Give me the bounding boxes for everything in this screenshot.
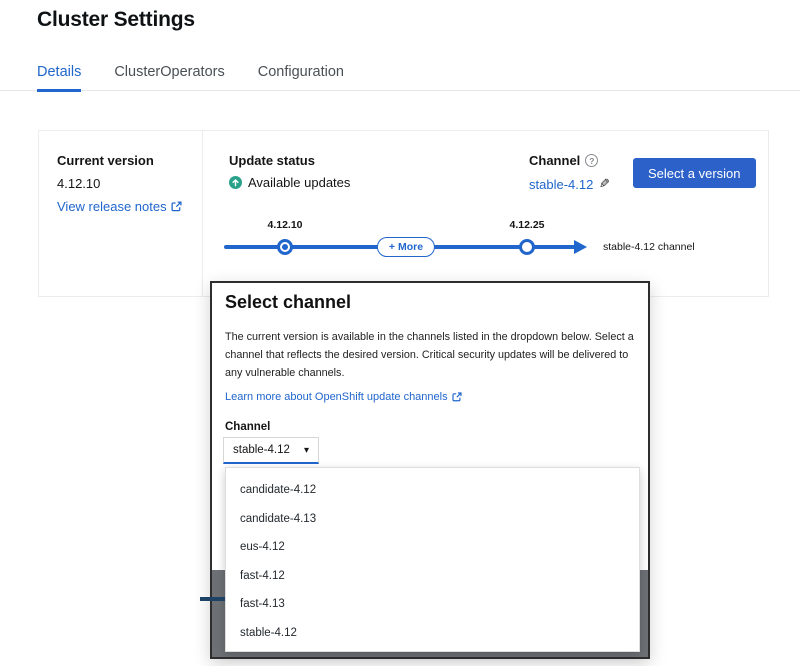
cluster-version-card: Current version 4.12.10 View release not… (38, 130, 769, 297)
learn-more-link[interactable]: Learn more about OpenShift update channe… (225, 391, 462, 403)
channel-option-stable-4-12[interactable]: stable-4.12 (226, 619, 639, 648)
current-version-value: 4.12.10 (57, 176, 100, 191)
channel-option-candidate-4-12[interactable]: candidate-4.12 (226, 476, 639, 505)
channel-option-candidate-4-13[interactable]: candidate-4.13 (226, 505, 639, 534)
update-timeline: 4.12.10 4.12.25 + More stable-4.12 chann… (224, 219, 769, 271)
pencil-icon[interactable]: ✎ (599, 176, 610, 192)
timeline-current-version-label: 4.12.10 (267, 219, 302, 231)
modal-description: The current version is available in the … (225, 329, 637, 382)
arrow-circle-up-icon (229, 176, 242, 189)
timeline-more-button[interactable]: + More (377, 237, 435, 257)
channel-select-toggle[interactable]: stable-4.12 ▾ (223, 437, 319, 464)
channel-value-link[interactable]: stable-4.12 (529, 177, 593, 192)
update-status-line: Available updates (229, 175, 350, 190)
timeline-arrowhead-icon (574, 240, 587, 254)
tab-clusteroperators-label: ClusterOperators (114, 64, 224, 80)
caret-down-icon: ▾ (304, 445, 309, 456)
tab-bar: Details ClusterOperators Configuration (37, 64, 344, 92)
modal-channel-label: Channel (225, 421, 270, 433)
channel-label: Channel ? (529, 153, 598, 168)
channel-value-row: stable-4.12 ✎ (529, 176, 610, 192)
tab-details[interactable]: Details (37, 64, 81, 92)
channel-option-fast-4-12[interactable]: fast-4.12 (226, 562, 639, 591)
external-link-icon (452, 392, 462, 402)
channel-dropdown-menu: candidate-4.12 candidate-4.13 eus-4.12 f… (225, 467, 640, 652)
select-version-button[interactable]: Select a version (633, 158, 756, 188)
external-link-icon (171, 201, 182, 212)
tab-details-label: Details (37, 64, 81, 80)
channel-option-fast-4-13[interactable]: fast-4.13 (226, 590, 639, 619)
card-column-divider (202, 131, 203, 296)
current-version-label: Current version (57, 153, 154, 168)
update-status-label: Update status (229, 153, 315, 168)
select-channel-modal: Select channel The current version is av… (210, 281, 650, 659)
channel-option-eus-4-12[interactable]: eus-4.12 (226, 533, 639, 562)
timeline-next-version-label: 4.12.25 (509, 219, 544, 231)
tab-configuration[interactable]: Configuration (258, 64, 344, 92)
timeline-current-node-icon (277, 239, 293, 255)
page-title: Cluster Settings (37, 8, 195, 32)
channel-label-text: Channel (529, 153, 580, 168)
obscured-footer-button-fragment (200, 597, 225, 601)
view-release-notes-label: View release notes (57, 199, 167, 214)
timeline-channel-caption: stable-4.12 channel (603, 241, 695, 253)
channel-select-value: stable-4.12 (233, 444, 290, 456)
tab-configuration-label: Configuration (258, 64, 344, 80)
view-release-notes-link[interactable]: View release notes (57, 199, 182, 214)
learn-more-label: Learn more about OpenShift update channe… (225, 391, 448, 403)
help-icon[interactable]: ? (585, 154, 598, 167)
tab-clusteroperators[interactable]: ClusterOperators (114, 64, 224, 92)
update-status-value: Available updates (248, 175, 350, 190)
cluster-settings-page: Cluster Settings Details ClusterOperator… (0, 0, 800, 666)
modal-title: Select channel (225, 292, 351, 313)
timeline-next-node-icon (519, 239, 535, 255)
